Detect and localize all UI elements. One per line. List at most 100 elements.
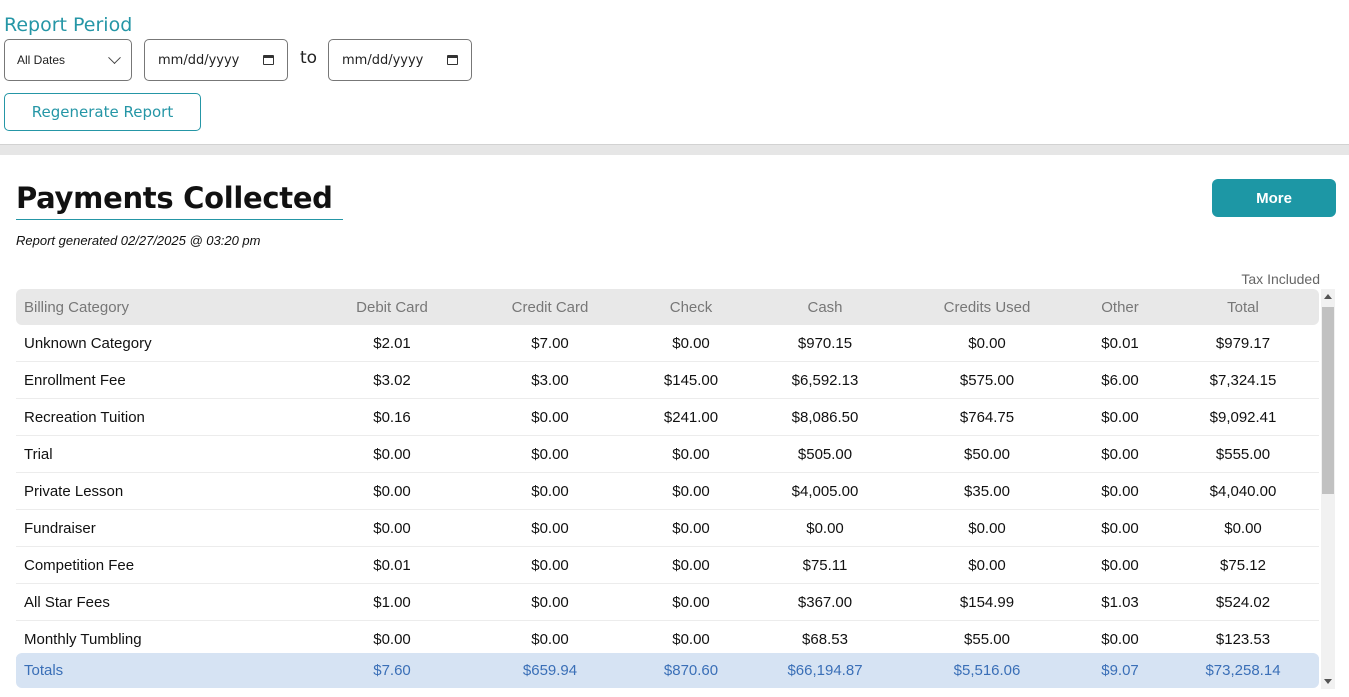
column-header[interactable]: Credits Used [944, 299, 1031, 316]
table-cell: $0.00 [672, 556, 710, 574]
table-cell: $3.02 [373, 371, 411, 389]
column-header[interactable]: Other [1101, 299, 1139, 316]
table-cell: $0.00 [672, 334, 710, 352]
table-cell: $0.00 [1101, 556, 1139, 574]
table-cell: $555.00 [1215, 445, 1271, 463]
table-cell: $6.00 [1101, 371, 1139, 389]
more-button[interactable]: More [1212, 179, 1336, 217]
start-date-placeholder: mm/dd/yyyy [158, 52, 240, 68]
table-cell: $0.01 [1101, 334, 1139, 352]
table-cell: $4,005.00 [791, 482, 859, 500]
table-cell: $0.00 [1101, 408, 1139, 426]
table-cell: $50.00 [964, 445, 1010, 463]
table-cell: $0.00 [672, 593, 710, 611]
table-cell: $0.00 [1101, 630, 1139, 648]
start-date-input[interactable]: mm/dd/yyyy [144, 39, 288, 81]
table-cell: $0.16 [373, 408, 411, 426]
column-header[interactable]: Billing Category [24, 299, 129, 316]
date-range-select[interactable]: All Dates [4, 39, 132, 81]
end-date-placeholder: mm/dd/yyyy [342, 52, 424, 68]
table-cell: $2.01 [373, 334, 411, 352]
table-cell: Trial [24, 445, 53, 463]
column-header[interactable]: Cash [807, 299, 842, 316]
report-generated-timestamp: Report generated 02/27/2025 @ 03:20 pm [16, 233, 261, 248]
table-cell: $3.00 [531, 371, 569, 389]
table-cell: $55.00 [964, 630, 1010, 648]
table-cell: $764.75 [959, 408, 1015, 426]
table-cell: $0.00 [968, 556, 1006, 574]
column-header[interactable]: Debit Card [356, 299, 428, 316]
table-cell: $0.00 [672, 445, 710, 463]
page-title: Payments Collected [16, 181, 333, 215]
calendar-icon[interactable] [263, 55, 274, 65]
table-row: Trial $0.00 $0.00 $0.00 $505.00 $50.00 $… [16, 436, 1319, 473]
totals-cell: $66,194.87 [787, 662, 863, 679]
chevron-down-icon [108, 50, 121, 64]
totals-cell: $7.60 [373, 662, 411, 679]
table-cell: $0.00 [1101, 482, 1139, 500]
column-header[interactable]: Credit Card [512, 299, 589, 316]
table-cell: $0.00 [531, 593, 569, 611]
table-cell: $0.00 [672, 519, 710, 537]
totals-cell: $73,258.14 [1205, 662, 1281, 679]
end-date-input[interactable]: mm/dd/yyyy [328, 39, 472, 81]
scroll-up-arrow-icon[interactable] [1324, 294, 1332, 299]
payments-table: Billing Category Debit Card Credit Card … [16, 289, 1319, 689]
table-cell: $0.00 [1101, 445, 1139, 463]
table-cell: $4,040.00 [1209, 482, 1277, 500]
report-period-panel: Report Period All Dates mm/dd/yyyy to mm… [0, 0, 1349, 144]
date-range-value: All Dates [17, 53, 66, 67]
title-underline [16, 219, 343, 220]
table-cell: $1.03 [1101, 593, 1139, 611]
table-cell: $8,086.50 [791, 408, 859, 426]
scrollbar-thumb[interactable] [1322, 307, 1334, 494]
table-row: Fundraiser $0.00 $0.00 $0.00 $0.00 $0.00… [16, 510, 1319, 547]
table-cell: $1.00 [373, 593, 411, 611]
table-cell: $367.00 [797, 593, 853, 611]
totals-cell: Totals [24, 662, 64, 679]
table-cell: $241.00 [663, 408, 719, 426]
table-cell: $0.00 [531, 556, 569, 574]
table-cell: $75.11 [802, 556, 848, 574]
table-cell: $7,324.15 [1209, 371, 1277, 389]
table-cell: All Star Fees [24, 593, 110, 611]
table-cell: $970.15 [797, 334, 853, 352]
table-cell: $145.00 [663, 371, 719, 389]
table-scrollbar[interactable] [1321, 289, 1335, 689]
table-cell: Fundraiser [24, 519, 96, 537]
column-header[interactable]: Total [1227, 299, 1259, 316]
table-cell: $35.00 [964, 482, 1010, 500]
table-cell: $0.00 [531, 482, 569, 500]
table-cell: $0.00 [1224, 519, 1262, 537]
column-header[interactable]: Check [670, 299, 713, 316]
calendar-icon[interactable] [447, 55, 458, 65]
table-cell: $0.00 [373, 519, 411, 537]
regenerate-report-button[interactable]: Regenerate Report [4, 93, 201, 131]
report-period-title: Report Period [4, 14, 133, 36]
table-cell: $0.00 [806, 519, 844, 537]
table-cell: $0.00 [531, 408, 569, 426]
totals-cell: $870.60 [663, 662, 719, 679]
to-label: to [300, 48, 318, 68]
table-cell: $0.00 [968, 334, 1006, 352]
table-cell: $524.02 [1215, 593, 1271, 611]
totals-cell: $659.94 [522, 662, 578, 679]
table-cell: $0.00 [672, 482, 710, 500]
table-cell: $505.00 [797, 445, 853, 463]
table-cell: Recreation Tuition [24, 408, 145, 426]
totals-cell: $9.07 [1101, 662, 1139, 679]
table-cell: $9,092.41 [1209, 408, 1277, 426]
table-row: Enrollment Fee $3.02 $3.00 $145.00 $6,59… [16, 362, 1319, 399]
section-divider [0, 144, 1349, 155]
table-cell: $0.01 [373, 556, 411, 574]
table-cell: Competition Fee [24, 556, 135, 574]
table-cell: $0.00 [968, 519, 1006, 537]
totals-cell: $5,516.06 [953, 662, 1021, 679]
table-row: Competition Fee $0.01 $0.00 $0.00 $75.11… [16, 547, 1319, 584]
table-header-row: Billing Category Debit Card Credit Card … [16, 289, 1319, 325]
table-cell: $979.17 [1215, 334, 1271, 352]
scroll-down-arrow-icon[interactable] [1324, 679, 1332, 684]
table-cell: Monthly Tumbling [24, 630, 142, 648]
table-row: All Star Fees $1.00 $0.00 $0.00 $367.00 … [16, 584, 1319, 621]
table-cell: $6,592.13 [791, 371, 859, 389]
